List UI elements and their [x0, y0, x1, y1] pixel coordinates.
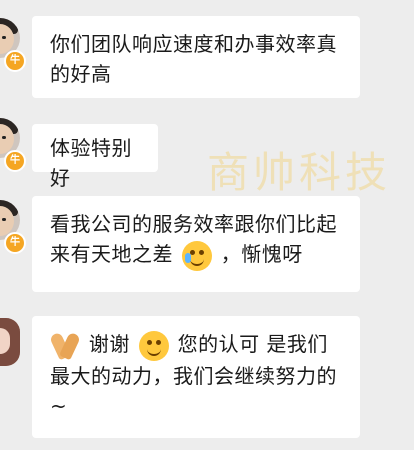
- avatar-eye: [2, 136, 6, 139]
- folded-hands-emoji-icon: [49, 331, 82, 361]
- avatar-eye: [2, 36, 6, 39]
- message-text: 你们团队响应速度和办事效率真的好高: [50, 32, 337, 86]
- vip-badge-icon: 牛: [4, 50, 26, 72]
- avatar-eye: [2, 218, 6, 221]
- message-bubble[interactable]: 看我公司的服务效率跟你们比起来有天地之差 ，惭愧呀: [32, 196, 360, 292]
- message-bubble[interactable]: 体验特别好: [32, 124, 158, 190]
- message-text: 体验特别好: [50, 136, 132, 190]
- vip-badge-icon: 牛: [4, 150, 26, 172]
- crying-laugh-emoji-icon: [181, 240, 212, 271]
- avatar[interactable]: [0, 318, 20, 366]
- message-bubble[interactable]: 谢谢 您的认可 是我们最大的动力，我们会继续努力的~: [32, 316, 360, 438]
- message-thanks: 谢谢: [88, 332, 130, 356]
- message-bubble[interactable]: 你们团队响应速度和办事效率真的好高: [32, 16, 360, 98]
- message-text: ，惭愧呀: [220, 242, 303, 266]
- vip-badge-icon: 牛: [4, 232, 26, 254]
- smile-emoji-icon: [138, 330, 169, 361]
- watermark-text: 商帅科技: [207, 148, 392, 197]
